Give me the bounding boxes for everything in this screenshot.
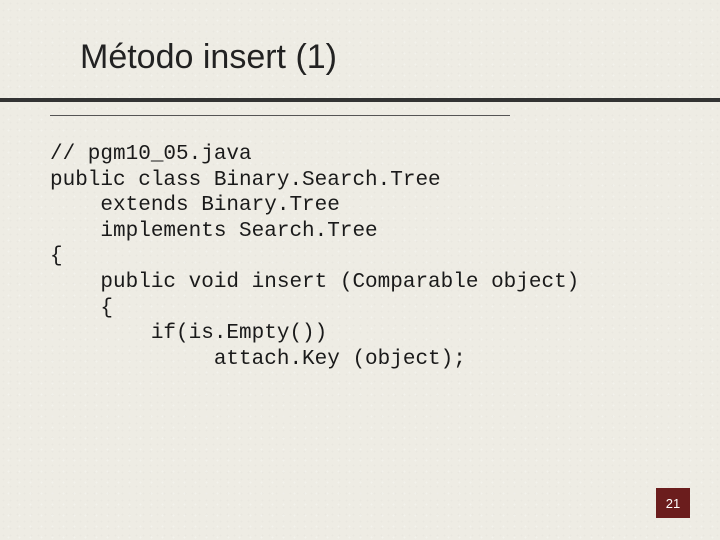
slide: Método insert (1) // pgm10_05.java publi… xyxy=(0,0,720,540)
page-number-box: 21 xyxy=(656,488,690,518)
slide-title: Método insert (1) xyxy=(80,38,337,77)
horizontal-rule-main xyxy=(0,98,720,102)
page-number: 21 xyxy=(666,496,680,511)
horizontal-rule-sub xyxy=(50,115,510,116)
code-block: // pgm10_05.java public class Binary.Sea… xyxy=(50,142,680,372)
